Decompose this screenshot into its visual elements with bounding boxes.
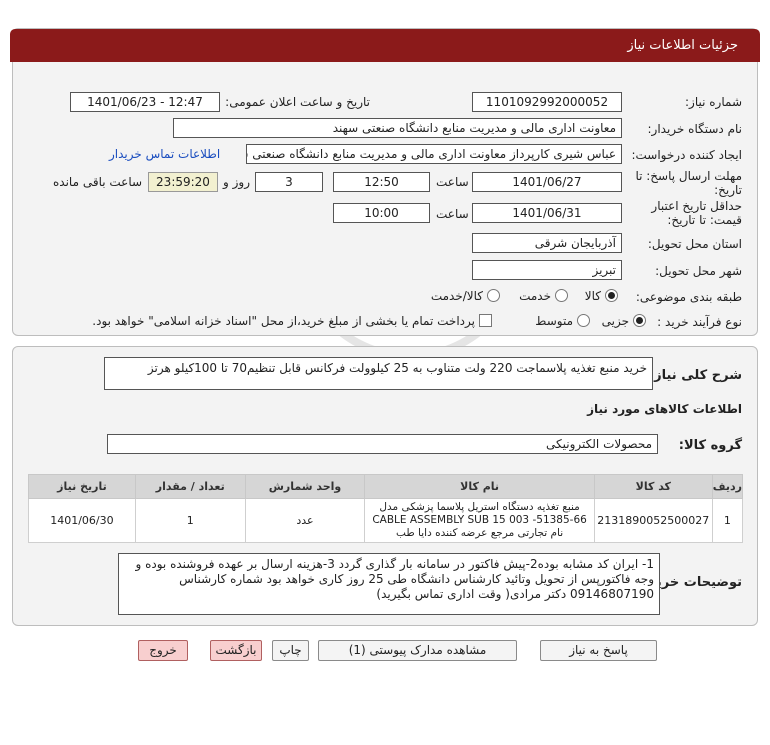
price-validity-time-label: ساعت (436, 207, 469, 221)
cell-qty: 1 (134, 498, 246, 543)
price-validity-time-field[interactable]: 10:00 (333, 203, 430, 223)
cell-code: 2131890052500027 (593, 498, 713, 543)
col-unit: واحد شمارش (244, 474, 366, 499)
goods-table: ردیف کد کالا نام کالا واحد شمارش تعداد /… (28, 474, 744, 543)
need-number-field[interactable]: 1101092992000052 (472, 92, 622, 112)
col-name: نام کالا (364, 474, 595, 499)
reply-time-field[interactable]: 12:50 (333, 172, 430, 192)
category-option-service[interactable]: خدمت (519, 288, 568, 303)
category-option-label: کالا (584, 288, 601, 303)
city-label: شهر محل تحویل: (655, 264, 742, 278)
radio-selected-icon[interactable] (605, 289, 618, 302)
buyer-org-field[interactable]: معاونت اداری مالی و مدیریت منابع دانشگاه… (173, 118, 622, 138)
announce-field[interactable]: 1401/06/23 - 12:47 (70, 92, 220, 112)
buyer-org-label: نام دستگاه خریدار: (647, 122, 743, 136)
summary-label: شرح کلی نیاز: (648, 368, 742, 383)
radio-icon[interactable] (577, 314, 590, 327)
category-label: طبقه بندی موضوعی: (635, 290, 742, 304)
treasury-payment-note: پرداخت تمام یا بخشی از مبلغ خرید،از محل … (92, 313, 475, 328)
process-label: نوع فرآیند خرید : (657, 315, 742, 329)
province-label: استان محل تحویل: (647, 237, 742, 251)
remaining-time-field: 23:59:20 (148, 172, 218, 192)
attachments-button[interactable]: مشاهده مدارک پیوستی (1) (318, 640, 517, 661)
reply-deadline-label-2: تاریخ: (714, 183, 742, 197)
price-validity-date-field[interactable]: 1401/06/31 (472, 203, 622, 223)
reply-deadline-label: مهلت ارسال پاسخ: تا (635, 169, 742, 183)
province-field[interactable]: آذربایجان شرقی (472, 233, 622, 253)
cell-name: منبع تغذیه دستگاه استریل پلاسما پزشکی مد… (364, 498, 595, 543)
goods-group-label: گروه کالا: (678, 438, 742, 453)
radio-selected-icon[interactable] (633, 314, 646, 327)
col-index: ردیف (711, 474, 744, 499)
buyer-notes-field[interactable]: 1- ایران کد مشابه بوده2-پیش فاکتور در سا… (118, 553, 660, 615)
page-title: جزئیات اطلاعات نیاز (10, 29, 760, 62)
col-date: تاریخ نیاز (28, 474, 136, 499)
announce-label: تاریخ و ساعت اعلان عمومی: (225, 95, 370, 109)
reply-time-label: ساعت (436, 175, 469, 189)
need-number-label: شماره نیاز: (685, 95, 742, 109)
print-button[interactable]: چاپ (272, 640, 309, 661)
checkbox-icon[interactable] (479, 314, 492, 327)
process-option-medium[interactable]: متوسط (535, 313, 590, 328)
buyer-contact-link[interactable]: اطلاعات تماس خریدار (109, 147, 220, 161)
goods-group-field[interactable]: محصولات الکترونیکی (107, 434, 658, 454)
reply-days-label: روز و (223, 175, 250, 189)
cell-date: 1401/06/30 (28, 498, 136, 543)
remaining-time-label: ساعت باقی مانده (53, 175, 143, 189)
requester-field[interactable]: عباس شیری کارپرداز معاونت اداری مالی و م… (246, 144, 622, 164)
category-option-goods-service[interactable]: کالا/خدمت (431, 288, 500, 303)
price-validity-label-2: قیمت: تا تاریخ: (667, 213, 742, 227)
exit-button[interactable]: خروج (138, 640, 188, 661)
col-qty: تعداد / مقدار (134, 474, 246, 499)
category-option-goods[interactable]: کالا (585, 288, 618, 303)
goods-section-title: اطلاعات کالاهای مورد نیاز (587, 402, 742, 416)
city-field[interactable]: تبریز (472, 260, 622, 280)
process-option-label: جزیی (601, 313, 629, 328)
process-option-label: متوسط (535, 313, 573, 328)
process-option-minor[interactable]: جزیی (602, 313, 646, 328)
back-button[interactable]: بازگشت (210, 640, 262, 661)
table-row: 1 2131890052500027 منبع تغذیه دستگاه است… (28, 498, 744, 543)
reply-date-field[interactable]: 1401/06/27 (472, 172, 622, 192)
treasury-payment-option[interactable]: پرداخت تمام یا بخشی از مبلغ خرید،از محل … (92, 313, 492, 328)
reply-button[interactable]: پاسخ به نیاز (540, 640, 657, 661)
category-option-label: خدمت (519, 288, 551, 303)
col-code: کد کالا (593, 474, 713, 499)
cell-index: 1 (711, 498, 744, 543)
reply-days-field[interactable]: 3 (255, 172, 323, 192)
goods-table-header: ردیف کد کالا نام کالا واحد شمارش تعداد /… (28, 474, 744, 499)
cell-unit: عدد (244, 498, 366, 543)
price-validity-label: حداقل تاریخ اعتبار (651, 199, 742, 213)
radio-icon[interactable] (555, 289, 568, 302)
requester-label: ایجاد کننده درخواست: (631, 148, 742, 162)
category-option-label: کالا/خدمت (430, 288, 483, 303)
radio-icon[interactable] (487, 289, 500, 302)
summary-field[interactable]: خرید منبع تغذیه پلاسماجت 220 ولت متناوب … (104, 357, 653, 390)
